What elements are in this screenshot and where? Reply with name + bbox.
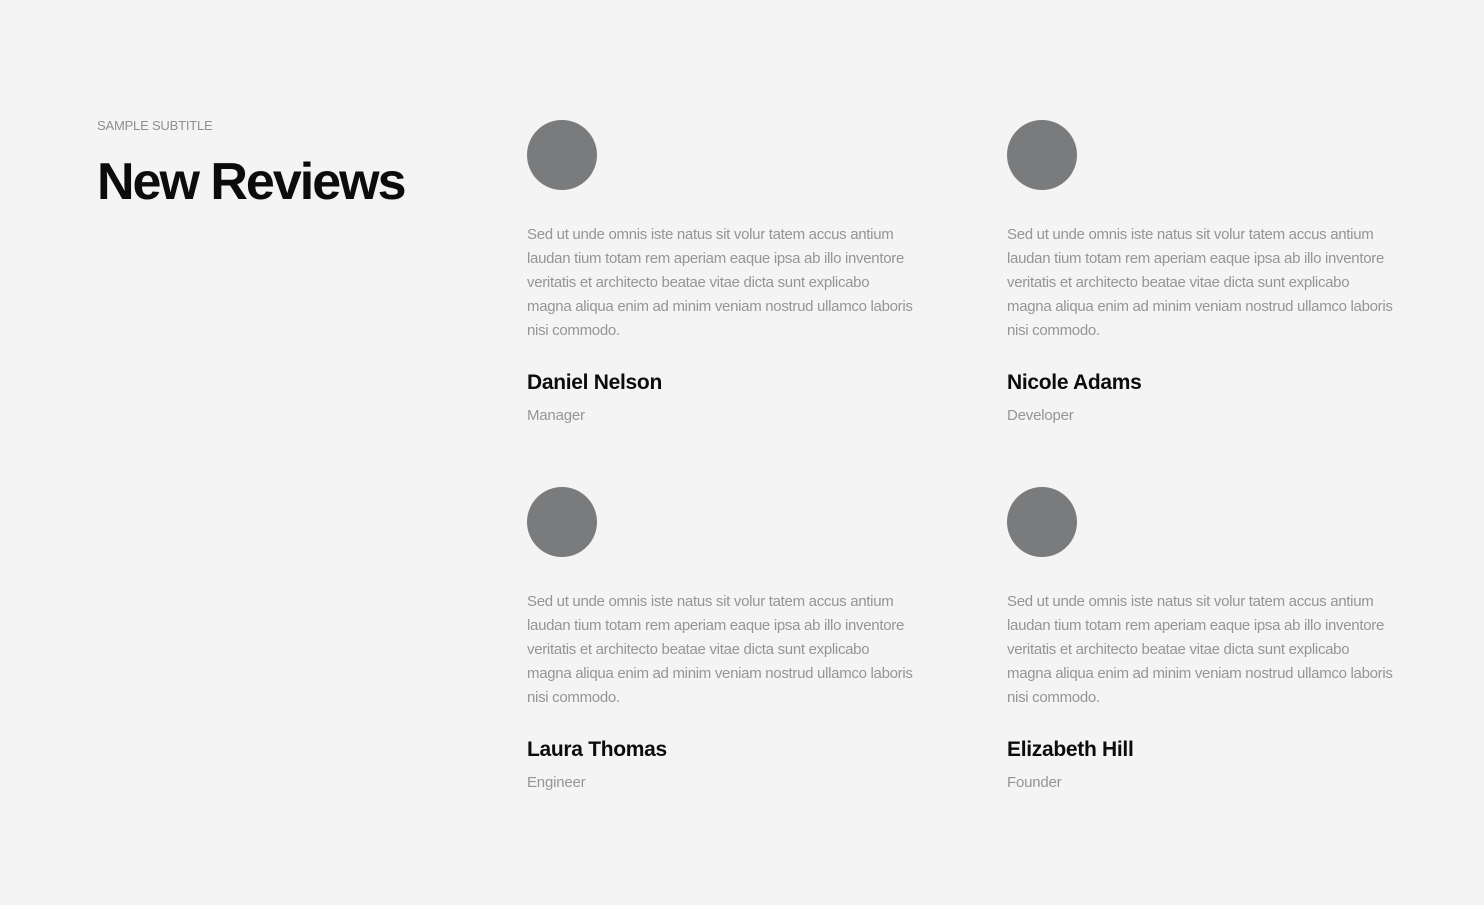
review-card: Sed ut unde omnis iste natus sit volur t… <box>1007 487 1397 792</box>
review-text: Sed ut unde omnis iste natus sit volur t… <box>527 593 913 706</box>
avatar <box>527 487 597 557</box>
review-text: Sed ut unde omnis iste natus sit volur t… <box>527 226 913 339</box>
review-card: Sed ut unde omnis iste natus sit volur t… <box>1007 120 1397 425</box>
reviewer-name: Elizabeth Hill <box>1007 738 1134 761</box>
reviewer-role: Manager <box>527 407 585 424</box>
avatar <box>1007 487 1077 557</box>
review-card: Sed ut unde omnis iste natus sit volur t… <box>527 120 917 425</box>
reviewer-role: Founder <box>1007 774 1062 791</box>
avatar <box>527 120 597 190</box>
avatar <box>1007 120 1077 190</box>
section-title: New Reviews <box>97 153 406 211</box>
reviewer-role: Developer <box>1007 407 1074 424</box>
section-subtitle: SAMPLE SUBTITLE <box>97 118 213 133</box>
reviewer-role: Engineer <box>527 774 586 791</box>
review-card: Sed ut unde omnis iste natus sit volur t… <box>527 487 917 792</box>
reviewer-name: Laura Thomas <box>527 738 667 761</box>
reviewer-name: Daniel Nelson <box>527 371 662 394</box>
review-text: Sed ut unde omnis iste natus sit volur t… <box>1007 226 1393 339</box>
review-text: Sed ut unde omnis iste natus sit volur t… <box>1007 593 1393 706</box>
reviewer-name: Nicole Adams <box>1007 371 1142 394</box>
